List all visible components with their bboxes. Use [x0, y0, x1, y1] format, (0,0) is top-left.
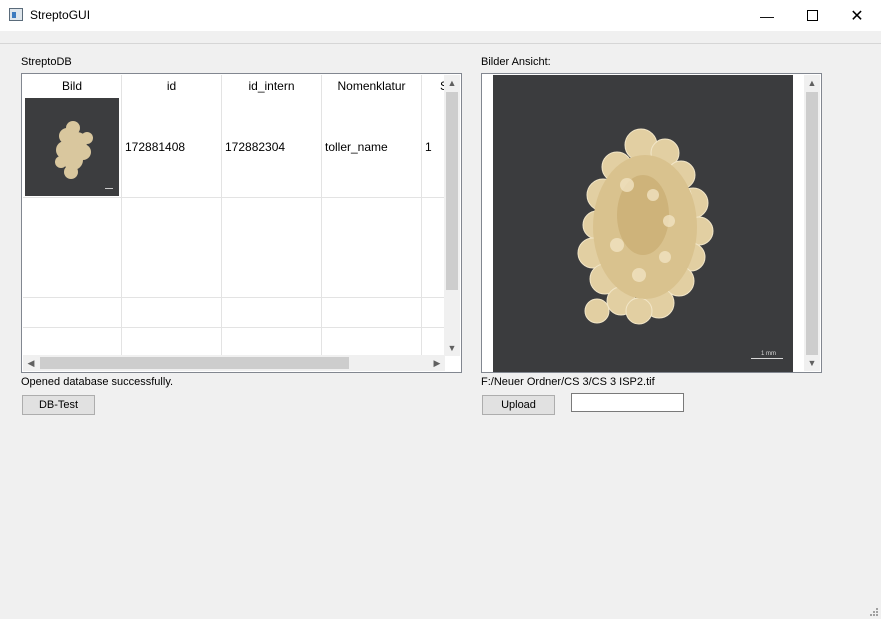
scroll-left-icon[interactable]: ◀: [23, 355, 39, 371]
column-header-id[interactable]: id: [122, 75, 222, 97]
cell-id[interactable]: 172881408: [122, 97, 222, 197]
cell-bild[interactable]: [23, 97, 122, 197]
scroll-down-icon[interactable]: ▼: [444, 340, 460, 356]
colony-thumbnail: [25, 98, 119, 196]
minimize-icon: —: [760, 7, 774, 24]
database-table[interactable]: Bild id id_intern Nomenklatur S: [21, 73, 462, 373]
maximize-icon: [806, 10, 818, 21]
scroll-up-icon[interactable]: ▲: [804, 75, 820, 91]
table-horizontal-scrollbar[interactable]: ◀ ▶: [23, 355, 445, 371]
viewer-vertical-scroll-thumb[interactable]: [806, 92, 818, 355]
cell-nomenklatur[interactable]: toller_name: [322, 97, 422, 197]
table-row[interactable]: [23, 298, 445, 328]
column-header-id-intern[interactable]: id_intern: [222, 75, 322, 97]
window-title: StreptoGUI: [30, 8, 91, 22]
scroll-down-icon[interactable]: ▼: [804, 355, 820, 371]
streptodb-label: StreptoDB: [21, 56, 72, 68]
cell-id-intern[interactable]: 172882304: [222, 97, 322, 197]
close-icon: ✕: [850, 7, 864, 25]
upload-input[interactable]: [571, 393, 684, 412]
title-bar: StreptoGUI — ✕: [0, 0, 881, 31]
scroll-right-icon[interactable]: ▶: [429, 355, 445, 371]
table-row[interactable]: [23, 198, 445, 298]
table-header: Bild id id_intern Nomenklatur S: [23, 75, 445, 97]
column-header-bild[interactable]: Bild: [23, 75, 122, 97]
menu-bar: [0, 31, 881, 44]
table-vertical-scroll-thumb[interactable]: [446, 92, 458, 290]
scroll-up-icon[interactable]: ▲: [444, 75, 460, 91]
table-row[interactable]: 172881408 172882304 toller_name 1: [23, 97, 445, 198]
image-view-label: Bilder Ansicht:: [481, 56, 551, 68]
scale-bar-label: 1 mm: [761, 351, 776, 357]
maximize-button[interactable]: [789, 0, 835, 31]
upload-button[interactable]: Upload: [482, 395, 555, 415]
colony-image: 1 mm: [493, 75, 793, 372]
file-path-text: F:/Neuer Ordner/CS 3/CS 3 ISP2.tif: [481, 376, 655, 388]
db-test-button[interactable]: DB-Test: [22, 395, 95, 415]
column-header-nomenklatur[interactable]: Nomenklatur: [322, 75, 422, 97]
viewer-vertical-scrollbar[interactable]: ▲ ▼: [804, 75, 820, 371]
resize-grip-icon[interactable]: [868, 606, 878, 616]
image-viewer[interactable]: 1 mm ▲ ▼: [481, 73, 822, 373]
minimize-button[interactable]: —: [744, 0, 790, 31]
table-row[interactable]: [23, 328, 445, 358]
close-button[interactable]: ✕: [834, 0, 880, 31]
cell-s[interactable]: 1: [422, 97, 445, 197]
status-text: Opened database successfully.: [21, 376, 174, 388]
app-window-icon: [9, 8, 23, 21]
table-horizontal-scroll-thumb[interactable]: [40, 357, 349, 369]
column-header-s[interactable]: S: [422, 75, 445, 97]
table-vertical-scrollbar[interactable]: ▲ ▼: [444, 75, 460, 356]
